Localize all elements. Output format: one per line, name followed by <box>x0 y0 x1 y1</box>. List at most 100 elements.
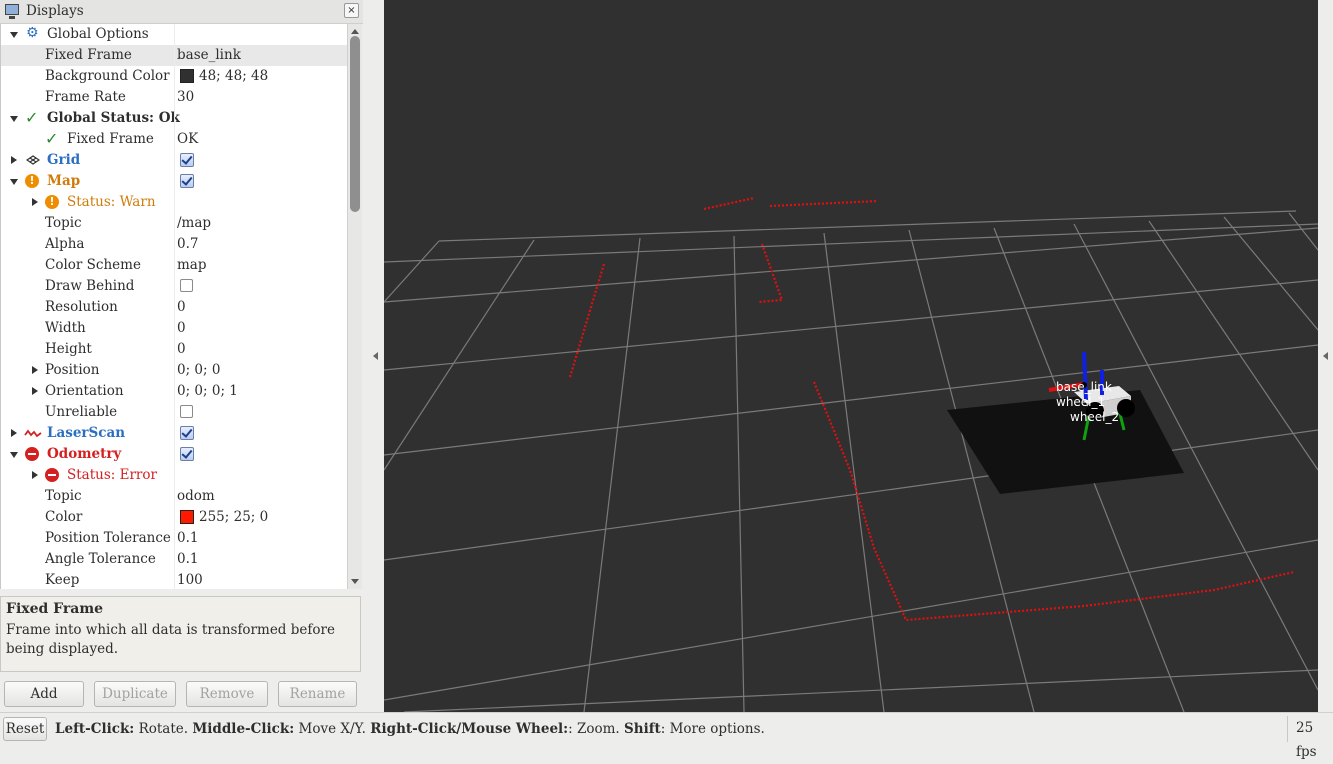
monitor-icon <box>5 4 19 19</box>
tree-row-fixed-frame[interactable]: Fixed Frame base_link <box>1 45 348 66</box>
grid-enabled-checkbox[interactable] <box>180 153 194 167</box>
tree-row-map-resolution[interactable]: Resolution 0 <box>1 297 348 318</box>
tree-row-odometry-topic[interactable]: Topic odom <box>1 486 348 507</box>
expand-arrow-icon[interactable] <box>32 471 38 479</box>
reset-button[interactable]: Reset <box>3 717 47 741</box>
draw-behind-checkbox[interactable] <box>180 279 193 292</box>
tree-row-odometry[interactable]: Odometry <box>1 444 348 465</box>
tree-row-map-position[interactable]: Position 0; 0; 0 <box>1 360 348 381</box>
hint-key: Middle-Click: <box>192 721 295 737</box>
duplicate-button[interactable]: Duplicate <box>94 681 176 707</box>
remove-button[interactable]: Remove <box>186 681 268 707</box>
tree-row-laserscan[interactable]: LaserScan <box>1 423 348 444</box>
laserscan-icon <box>24 426 42 440</box>
tree-row-background-color[interactable]: Background Color 48; 48; 48 <box>1 66 348 87</box>
expand-arrow-icon[interactable] <box>32 387 38 395</box>
angle-tolerance-value[interactable]: 0.1 <box>177 551 198 567</box>
tree-scrollbar[interactable] <box>347 24 362 589</box>
unreliable-checkbox[interactable] <box>180 405 193 418</box>
tree-row-status-fixed-frame[interactable]: ✓ Fixed Frame OK <box>1 129 348 150</box>
check-icon: ✓ <box>25 108 39 127</box>
tree-row-map-unreliable[interactable]: Unreliable <box>1 402 348 423</box>
collapse-arrow-icon[interactable] <box>10 32 18 38</box>
odometry-topic-value[interactable]: odom <box>177 488 215 504</box>
tree-row-map-color-scheme[interactable]: Color Scheme map <box>1 255 348 276</box>
hint-key: Right-Click/Mouse Wheel: <box>370 721 569 737</box>
odometry-color-value[interactable]: 255; 25; 0 <box>199 509 268 525</box>
scroll-down-icon[interactable] <box>351 579 359 584</box>
row-label: Map <box>47 173 81 189</box>
collapse-arrow-icon[interactable] <box>10 179 18 185</box>
map-width-value: 0 <box>177 320 186 336</box>
left-splitter[interactable] <box>363 0 384 712</box>
position-tolerance-value[interactable]: 0.1 <box>177 530 198 546</box>
row-label: Background Color <box>45 68 170 84</box>
tree-row-map[interactable]: ! Map <box>1 171 348 192</box>
map-resolution-value: 0 <box>177 299 186 315</box>
tree-row-grid[interactable]: Grid <box>1 150 348 171</box>
tree-row-odometry-status[interactable]: Status: Error <box>1 465 348 486</box>
map-alpha-value[interactable]: 0.7 <box>177 236 198 252</box>
expand-arrow-icon[interactable] <box>11 156 17 164</box>
tree-row-map-topic[interactable]: Topic /map <box>1 213 348 234</box>
scrollbar-thumb[interactable] <box>350 36 360 212</box>
right-splitter[interactable] <box>1318 0 1333 712</box>
tree-row-angle-tolerance[interactable]: Angle Tolerance 0.1 <box>1 549 348 570</box>
fixed-frame-value[interactable]: base_link <box>177 47 241 63</box>
tree-row-position-tolerance[interactable]: Position Tolerance 0.1 <box>1 528 348 549</box>
scene-canvas[interactable]: base_link wheel_1 wheel_2 <box>384 0 1318 712</box>
displays-title-bar: Displays × <box>0 0 363 24</box>
map-color-scheme-value[interactable]: map <box>177 257 207 273</box>
expand-arrow-icon[interactable] <box>32 198 38 206</box>
row-label: Status: Warn <box>67 194 156 210</box>
close-panel-button[interactable]: × <box>344 3 359 18</box>
odometry-enabled-checkbox[interactable] <box>180 447 194 461</box>
tree-row-map-height[interactable]: Height 0 <box>1 339 348 360</box>
displays-tree[interactable]: ⚙ Global Options Fixed Frame base_link B… <box>0 24 348 589</box>
collapse-left-icon[interactable] <box>373 352 378 360</box>
check-icon: ✓ <box>45 129 59 148</box>
error-icon <box>45 468 59 482</box>
background-color-value[interactable]: 48; 48; 48 <box>199 68 268 84</box>
tree-row-map-alpha[interactable]: Alpha 0.7 <box>1 234 348 255</box>
collapse-arrow-icon[interactable] <box>10 452 18 458</box>
odometry-color-swatch[interactable] <box>180 510 194 524</box>
hint-text: : More options. <box>660 721 765 737</box>
tree-row-map-width[interactable]: Width 0 <box>1 318 348 339</box>
scroll-up-icon[interactable] <box>351 29 359 34</box>
rename-button[interactable]: Rename <box>278 681 357 707</box>
hint-text: Move X/Y. <box>294 721 371 737</box>
collapse-arrow-icon[interactable] <box>10 116 18 122</box>
tree-row-map-draw-behind[interactable]: Draw Behind <box>1 276 348 297</box>
row-label: Global Options <box>47 26 149 42</box>
row-label: Topic <box>45 488 82 504</box>
render-3d-view[interactable]: base_link wheel_1 wheel_2 <box>384 0 1318 712</box>
expand-arrow-icon[interactable] <box>11 429 17 437</box>
row-label: Color Scheme <box>45 257 141 273</box>
map-orientation-value: 0; 0; 0; 1 <box>177 383 238 399</box>
map-height-value: 0 <box>177 341 186 357</box>
expand-right-icon[interactable] <box>1323 352 1328 360</box>
displays-panel: Displays × ⚙ Global Options Fixed Frame … <box>0 0 363 712</box>
row-label: Fixed Frame <box>45 47 132 63</box>
frame-rate-value[interactable]: 30 <box>177 89 194 105</box>
background-color-swatch[interactable] <box>180 69 194 83</box>
tree-row-map-status[interactable]: ! Status: Warn <box>1 192 348 213</box>
tree-row-global-status[interactable]: ✓ Global Status: Ok <box>1 108 348 129</box>
fps-counter: 25 fps <box>1287 716 1333 760</box>
laserscan-enabled-checkbox[interactable] <box>180 426 194 440</box>
expand-arrow-icon[interactable] <box>32 366 38 374</box>
tree-row-global-options[interactable]: ⚙ Global Options <box>1 24 348 45</box>
tree-row-frame-rate[interactable]: Frame Rate 30 <box>1 87 348 108</box>
hint-text: : Zoom. <box>568 721 625 737</box>
keep-value[interactable]: 100 <box>177 572 203 588</box>
add-button[interactable]: Add <box>4 681 84 707</box>
map-enabled-checkbox[interactable] <box>180 174 194 188</box>
row-label: Grid <box>47 152 81 168</box>
tree-row-keep[interactable]: Keep 100 <box>1 570 348 589</box>
tree-row-odometry-color[interactable]: Color 255; 25; 0 <box>1 507 348 528</box>
tf-label-wheel-1: wheel_1 <box>1056 395 1105 409</box>
tree-row-map-orientation[interactable]: Orientation 0; 0; 0; 1 <box>1 381 348 402</box>
warning-icon: ! <box>45 195 59 209</box>
map-topic-value[interactable]: /map <box>177 215 211 231</box>
